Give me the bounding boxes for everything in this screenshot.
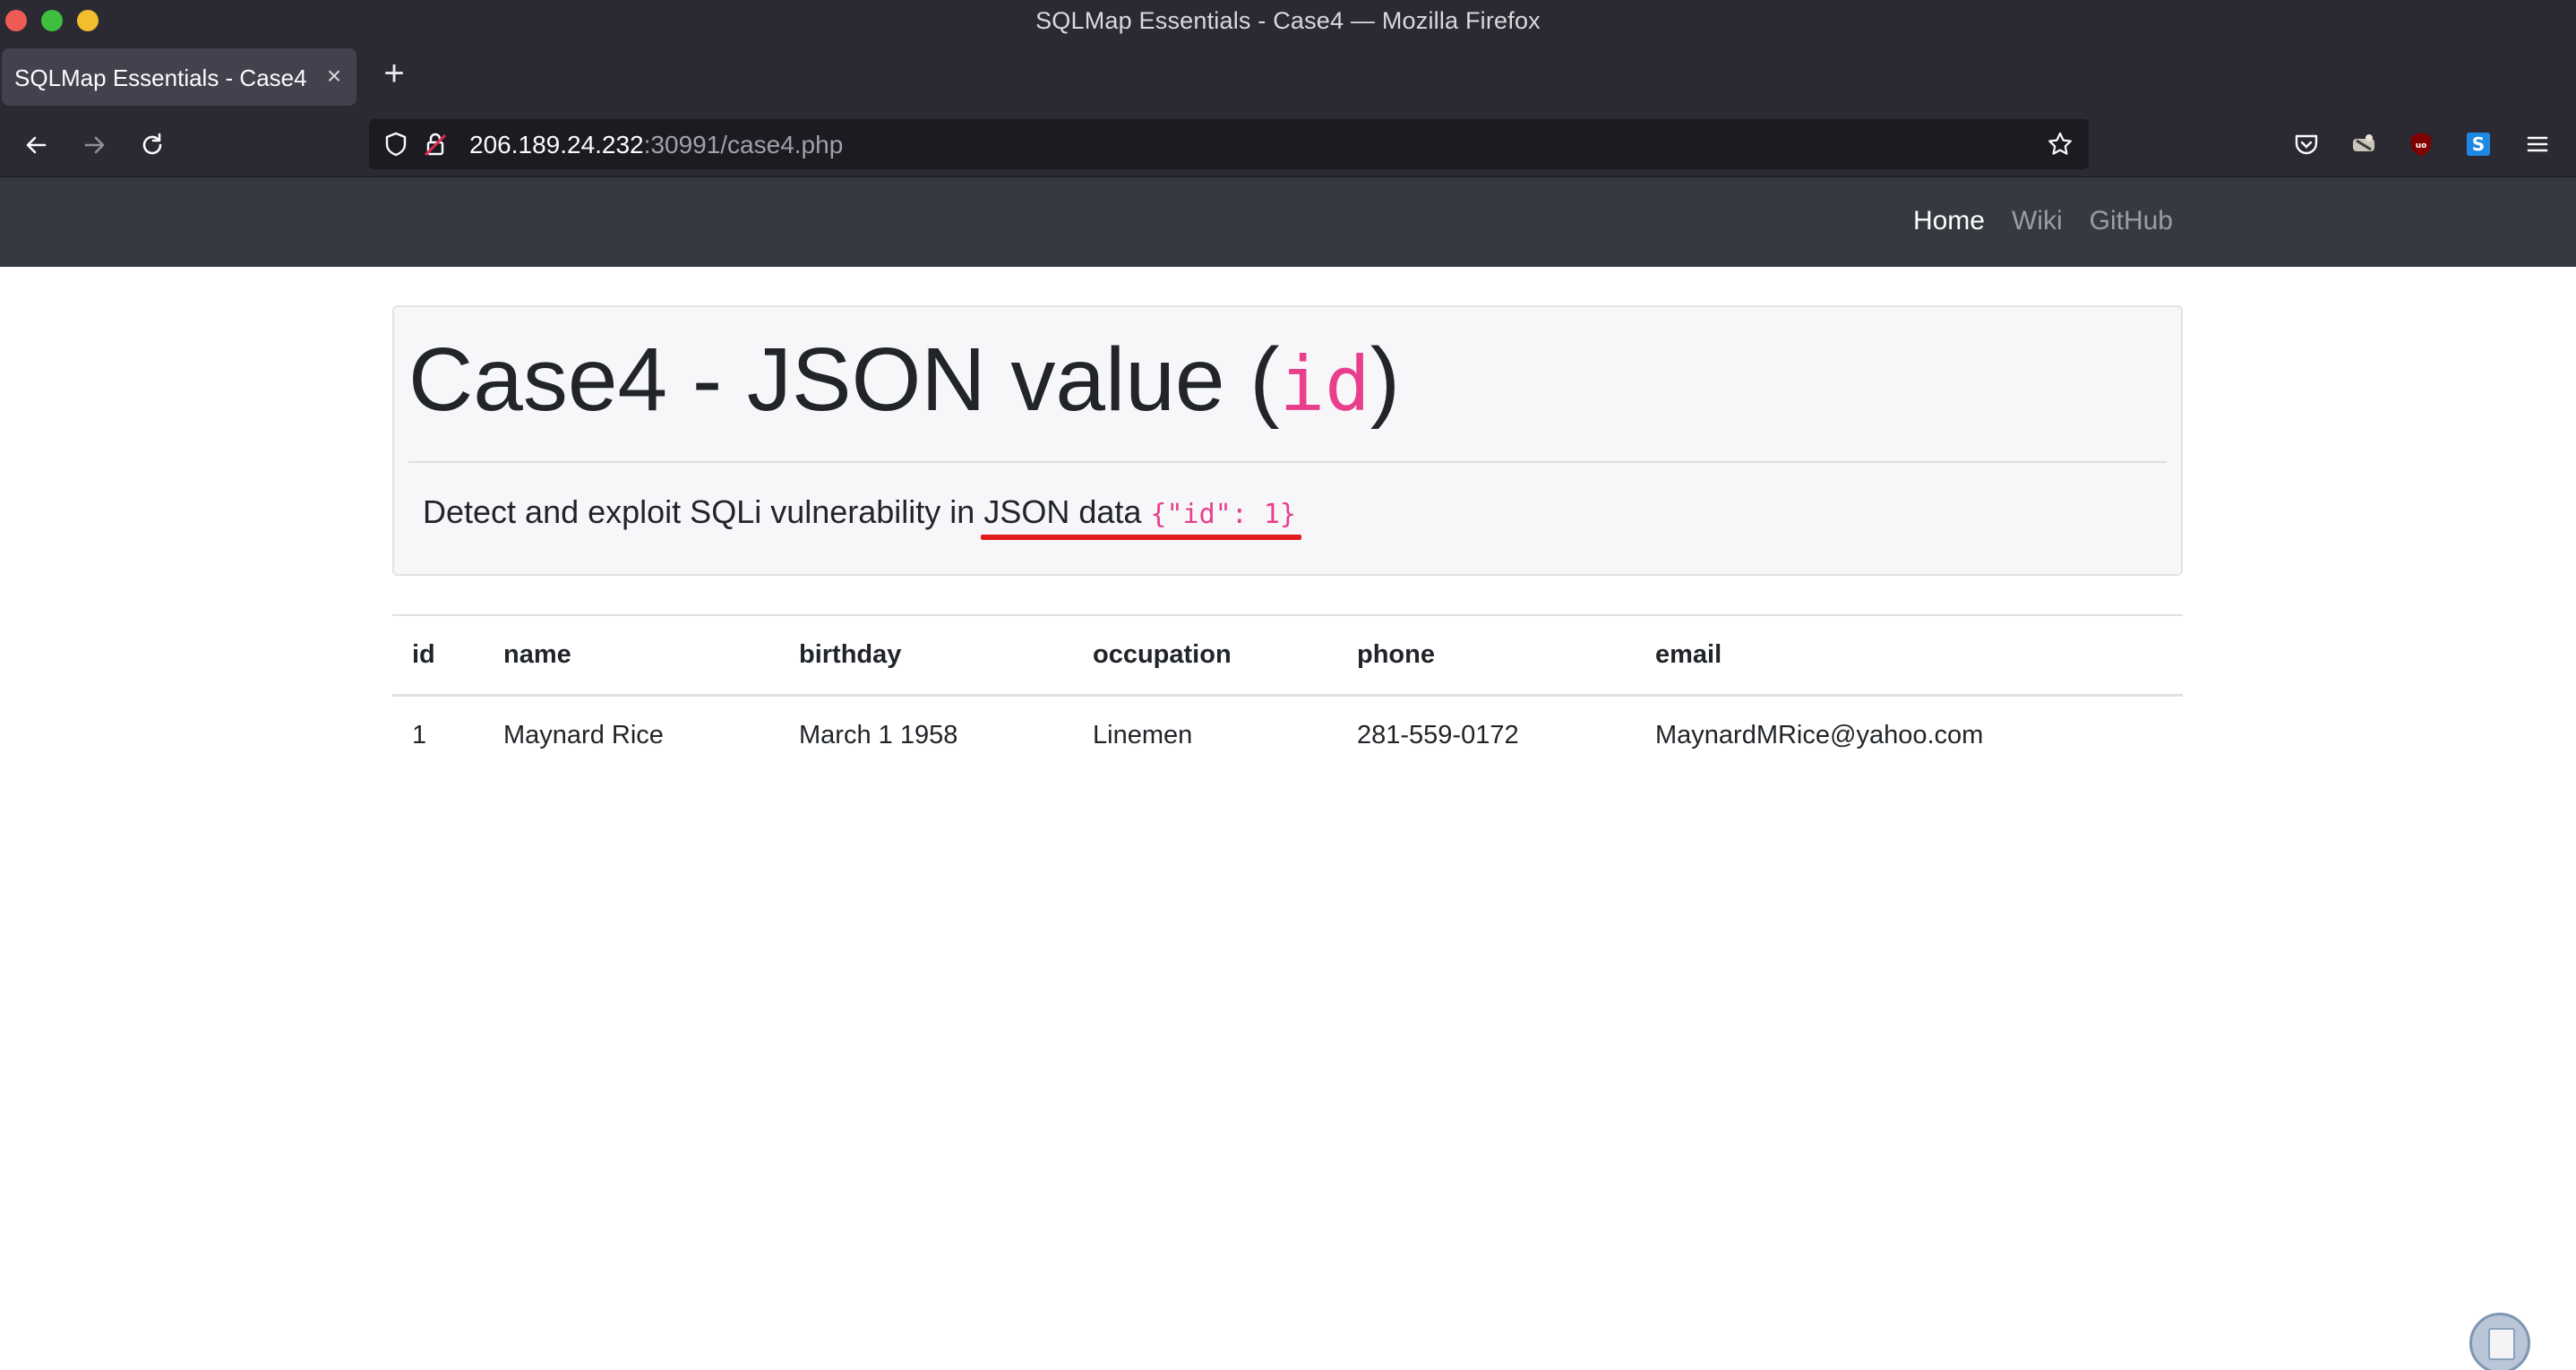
- navigation-toolbar: 206.189.24.232:30991/case4.php uo S: [0, 111, 2576, 177]
- nav-link-wiki[interactable]: Wiki: [2012, 206, 2063, 236]
- back-icon[interactable]: [16, 125, 56, 165]
- insecure-lock-icon[interactable]: [421, 130, 450, 158]
- title-code: id: [1279, 340, 1370, 428]
- title-suffix: ): [1370, 330, 1401, 430]
- url-text[interactable]: 206.189.24.232:30991/case4.php: [469, 131, 843, 159]
- column-header-phone: phone: [1337, 614, 1636, 697]
- table-header-row: id name birthday occupation phone email: [392, 614, 2183, 697]
- nav-link-home[interactable]: Home: [1913, 206, 1985, 236]
- pocket-icon[interactable]: [2291, 129, 2322, 159]
- column-header-id: id: [392, 614, 484, 697]
- cell-occupation: Linemen: [1093, 721, 1193, 750]
- address-bar[interactable]: 206.189.24.232:30991/case4.php: [369, 119, 2089, 169]
- svg-text:S: S: [2472, 133, 2485, 155]
- column-header-email: email: [1636, 614, 2183, 697]
- window-titlebar: SQLMap Essentials - Case4 — Mozilla Fire…: [0, 0, 2576, 43]
- new-tab-button[interactable]: +: [376, 56, 412, 91]
- divider: [408, 461, 2167, 463]
- column-header-birthday: birthday: [779, 614, 1073, 697]
- tab-label: SQLMap Essentials - Case4: [14, 64, 307, 91]
- forward-icon[interactable]: [75, 125, 115, 165]
- cell-name: Maynard Rice: [503, 721, 664, 750]
- cell-id: 1: [412, 721, 427, 750]
- cell-phone: 281-559-0172: [1357, 721, 1519, 750]
- title-text: Case4 - JSON value (: [408, 330, 1280, 430]
- menu-icon[interactable]: [2522, 129, 2553, 159]
- url-path: :30991/case4.php: [643, 131, 844, 158]
- site-navbar: Home Wiki GitHub: [0, 177, 2576, 267]
- column-header-occupation: occupation: [1073, 614, 1337, 697]
- annotation-underline: [981, 535, 1301, 540]
- table-row: 1 Maynard Rice March 1 1958 Linemen 281-…: [392, 695, 2183, 775]
- reload-icon[interactable]: [133, 125, 172, 165]
- window-title: SQLMap Essentials - Case4 — Mozilla Fire…: [1035, 7, 1541, 34]
- cell-email: MaynardMRice@yahoo.com: [1655, 721, 1984, 750]
- shield-icon[interactable]: [382, 130, 410, 158]
- page-title: Case4 - JSON value (id): [408, 329, 1400, 432]
- extension-icon[interactable]: [2348, 129, 2379, 159]
- tab-close-icon[interactable]: ×: [319, 61, 349, 91]
- star-icon[interactable]: [2046, 130, 2074, 158]
- ublock-icon[interactable]: uo: [2406, 129, 2436, 159]
- lead-paragraph: Detect and exploit SQLi vulnerability in…: [423, 493, 1296, 531]
- column-header-name: name: [484, 614, 779, 697]
- nav-link-github[interactable]: GitHub: [2090, 206, 2173, 236]
- clipboard-icon: [2488, 1328, 2515, 1360]
- s-extension-icon[interactable]: S: [2463, 129, 2494, 159]
- site-nav-links: Home Wiki GitHub: [1913, 206, 2173, 236]
- svg-text:uo: uo: [2416, 141, 2427, 150]
- tab-strip: SQLMap Essentials - Case4 × +: [0, 43, 2576, 111]
- lead-code: {"id": 1}: [1150, 499, 1296, 530]
- results-table: id name birthday occupation phone email …: [392, 614, 2183, 775]
- browser-tab-active[interactable]: SQLMap Essentials - Case4 ×: [2, 48, 356, 106]
- cell-birthday: March 1 1958: [799, 721, 958, 750]
- lead-text: Detect and exploit SQLi vulnerability in…: [423, 493, 1151, 530]
- clipboard-widget-button[interactable]: [2469, 1313, 2530, 1370]
- url-host: 206.189.24.232: [469, 131, 644, 158]
